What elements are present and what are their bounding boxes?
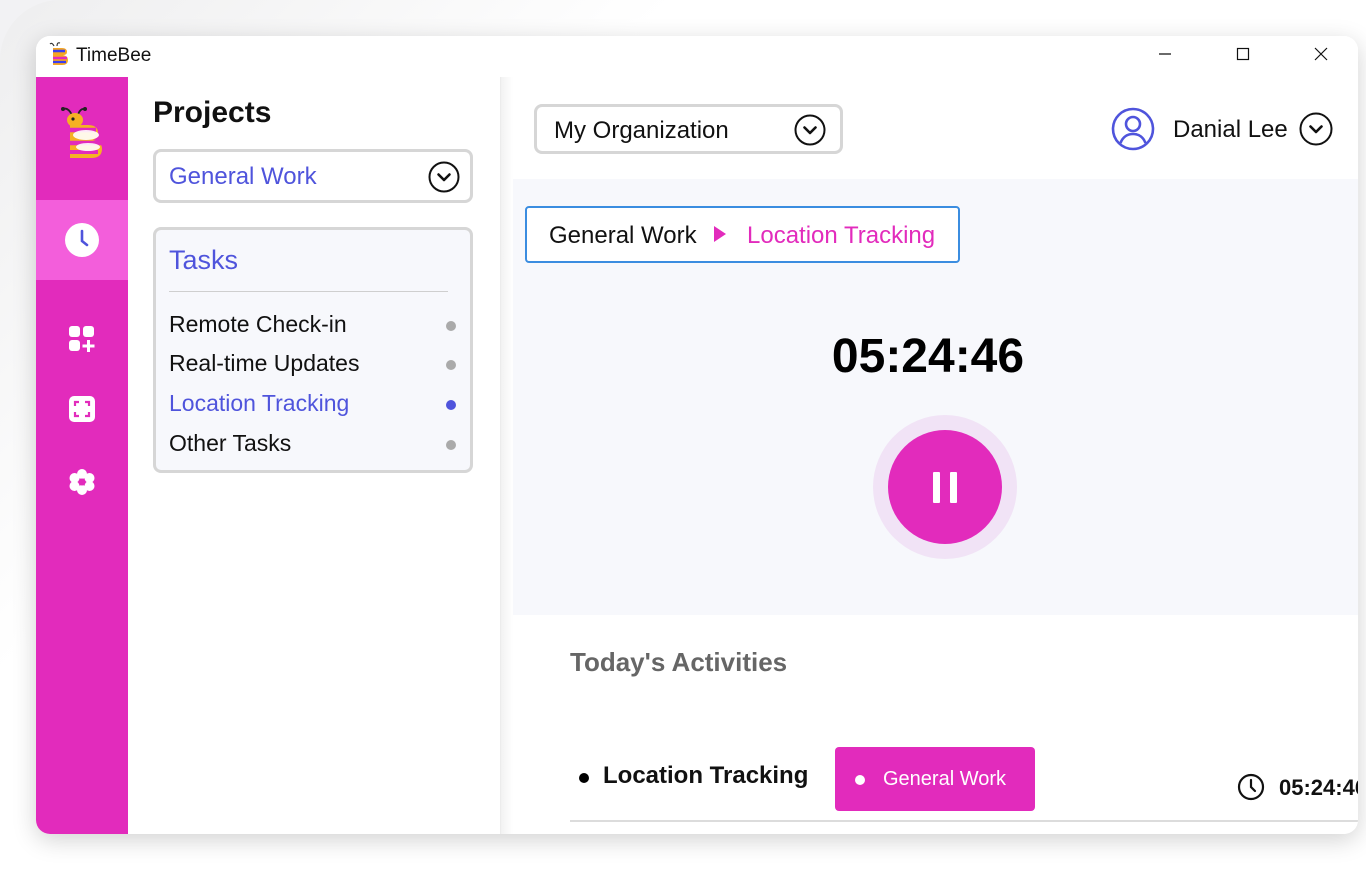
- project-select[interactable]: General Work: [153, 149, 473, 203]
- projects-heading: Projects: [153, 96, 272, 129]
- task-item-other-tasks[interactable]: Other Tasks: [169, 427, 459, 461]
- chevron-down-icon: [1299, 112, 1333, 146]
- user-name: Danial Lee: [1173, 116, 1288, 143]
- breadcrumb-project[interactable]: General Work: [549, 222, 697, 250]
- breadcrumb-task: Location Tracking: [747, 222, 936, 249]
- activity-project: General Work: [883, 768, 1007, 790]
- status-dot: [446, 321, 456, 331]
- chevron-down-icon: [794, 114, 826, 146]
- pause-icon: [933, 471, 940, 503]
- user-menu[interactable]: Danial Lee: [1111, 105, 1341, 153]
- tasks-heading: Tasks: [169, 245, 239, 275]
- divider: [570, 820, 1358, 822]
- activities-heading: Today's Activities: [570, 647, 788, 677]
- breadcrumb: General Work Location Tracking: [525, 206, 960, 263]
- activity-duration: 05:24:46: [1279, 775, 1358, 800]
- timer-display: 05:24:46: [831, 330, 1025, 383]
- status-dot: [446, 360, 456, 370]
- caret-right-icon: [714, 226, 726, 242]
- title-bar: TimeBee: [36, 36, 1358, 77]
- activity-task: Location Tracking: [603, 762, 809, 789]
- close-button[interactable]: [1282, 36, 1358, 72]
- screenshot-icon: [69, 396, 95, 422]
- sidebar-item-screenshots[interactable]: [36, 389, 128, 429]
- task-item-real-time-updates[interactable]: Real-time Updates: [169, 347, 459, 381]
- chevron-down-icon: [428, 161, 460, 193]
- sidebar-item-apps[interactable]: [36, 319, 128, 359]
- bullet-icon: [579, 773, 589, 783]
- minimize-button[interactable]: [1126, 36, 1204, 72]
- main-content: My Organization Danial Lee General Work: [501, 77, 1358, 834]
- clock-icon: [1237, 773, 1265, 801]
- project-select-value: General Work: [169, 163, 317, 190]
- pause-button[interactable]: [888, 430, 1002, 544]
- status-dot: [446, 400, 456, 410]
- task-item-location-tracking[interactable]: Location Tracking: [169, 387, 459, 421]
- divider: [169, 291, 448, 292]
- timebee-icon: [49, 42, 68, 65]
- activity-project-badge: General Work: [835, 747, 1035, 811]
- user-avatar-icon: [1111, 107, 1155, 151]
- app-title: TimeBee: [76, 45, 152, 66]
- close-icon: [1314, 47, 1328, 61]
- organization-select[interactable]: My Organization: [534, 104, 843, 154]
- timebee-logo: [61, 107, 102, 158]
- sidebar-item-timer[interactable]: [36, 200, 128, 280]
- app-window: TimeBee Projects General Work Tasks Remo…: [36, 36, 1358, 834]
- organization-select-value: My Organization: [554, 117, 729, 144]
- pause-button-halo: [873, 415, 1017, 559]
- sidebar-rail: [36, 77, 128, 834]
- minimize-icon: [1159, 53, 1171, 55]
- tasks-list: Tasks Remote Check-in Real-time Updates …: [153, 227, 473, 473]
- maximize-icon: [1236, 47, 1250, 61]
- status-dot: [446, 440, 456, 450]
- clock-icon: [65, 223, 99, 257]
- add-app-icon: [69, 326, 95, 352]
- maximize-button[interactable]: [1204, 36, 1282, 72]
- projects-panel: Projects General Work Tasks Remote Check…: [128, 77, 501, 834]
- activity-row: Location Tracking General Work 05:24:46: [570, 742, 1358, 822]
- timer-panel: General Work Location Tracking 05:24:46: [513, 179, 1358, 615]
- sidebar-item-settings[interactable]: [36, 462, 128, 502]
- settings-icon: [69, 469, 95, 495]
- task-item-remote-check-in[interactable]: Remote Check-in: [169, 308, 459, 342]
